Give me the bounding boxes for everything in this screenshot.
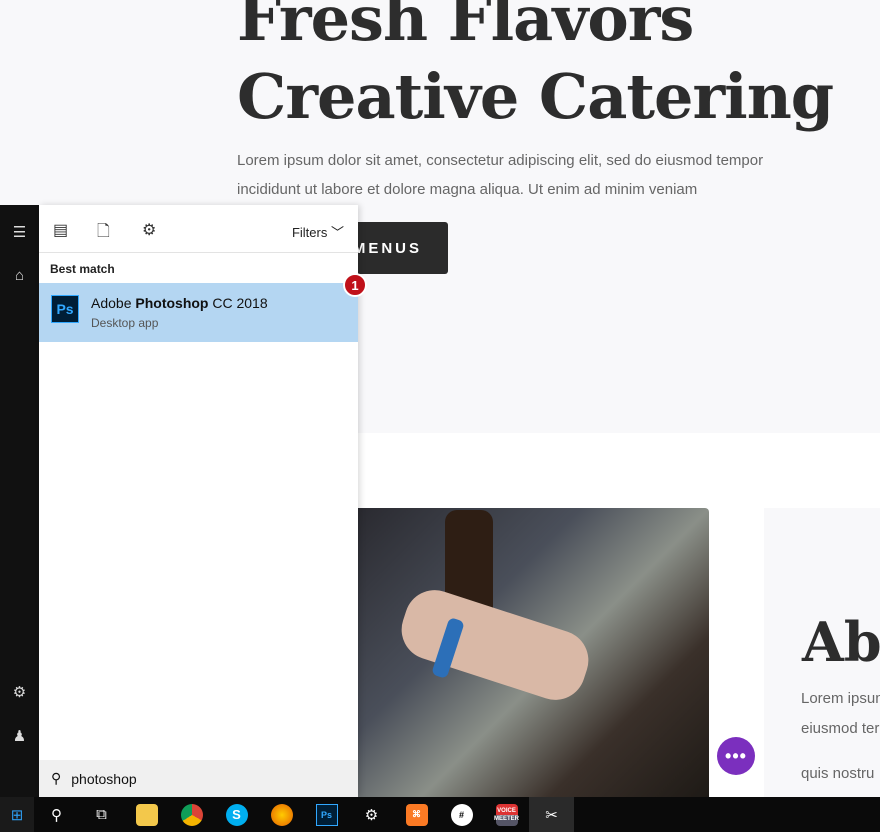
chevron-down-icon: ﹀ — [330, 225, 344, 240]
result-type: Desktop app — [91, 316, 159, 330]
result-name: Adobe Photoshop CC 2018 — [91, 295, 268, 311]
hero-text: Lorem ipsum dolor sit amet, consectetur … — [237, 146, 837, 204]
photoshop-icon: Ps — [51, 295, 79, 323]
about-text-line3: quis nostru — [801, 765, 875, 782]
result-name-prefix: Adobe — [91, 295, 136, 311]
slack-icon[interactable]: # — [439, 797, 484, 832]
search-value: photoshop — [71, 770, 137, 787]
hero-text-line2: incididunt ut labore et dolore magna ali… — [237, 181, 698, 198]
home-icon[interactable]: ⌂ — [0, 267, 39, 284]
about-text-line1: Lorem ipsum — [801, 690, 880, 707]
settings-filter-icon[interactable]: ⚙ — [142, 220, 156, 240]
windows-start-icon[interactable]: ⊞ — [0, 797, 34, 832]
voicemeeter-icon[interactable]: VOICE MEETER — [484, 797, 529, 832]
best-match-heading: Best match — [50, 262, 115, 276]
hero-title-line2: Creative Catering — [237, 60, 834, 133]
about-title: Abo — [802, 610, 880, 674]
task-view-icon[interactable]: ⧉ — [79, 797, 124, 832]
file-explorer-icon[interactable] — [124, 797, 169, 832]
filters-label: Filters — [291, 225, 328, 240]
skype-icon[interactable]: S — [214, 797, 259, 832]
result-name-bold: Photoshop — [135, 295, 209, 311]
result-name-suffix: CC 2018 — [208, 295, 268, 311]
taskbar: ⊞ ⚲ ⧉ S Ps ⚙ ⌘ # VOICE MEETER ✂ — [0, 797, 880, 832]
xampp-icon[interactable]: ⌘ — [394, 797, 439, 832]
apps-filter-icon[interactable]: ▤ — [53, 220, 68, 240]
search-input[interactable]: ⚲ photoshop — [39, 760, 358, 797]
hero-title: Fresh Flavors Creative Catering — [237, 0, 834, 136]
about-text-line2: eiusmod ter — [801, 720, 880, 737]
search-panel: ▤ 🗋 ⚙ Filters ﹀ Best match Ps Adobe Phot… — [39, 205, 358, 797]
more-options-fab[interactable]: ••• — [717, 737, 755, 775]
photoshop-taskbar-icon[interactable]: Ps — [304, 797, 349, 832]
search-toolbar: ▤ 🗋 ⚙ Filters ﹀ — [39, 205, 358, 253]
search-icon: ⚲ — [51, 770, 62, 786]
hamburger-menu-icon[interactable]: ☰ — [0, 223, 39, 241]
step-badge: 1 — [343, 273, 367, 297]
firefox-icon[interactable] — [259, 797, 304, 832]
user-feedback-icon[interactable]: ♟ — [0, 727, 39, 745]
chrome-icon[interactable] — [169, 797, 214, 832]
settings-taskbar-icon[interactable]: ⚙ — [349, 797, 394, 832]
filters-dropdown[interactable]: Filters ﹀ — [292, 222, 344, 241]
settings-icon[interactable]: ⚙ — [0, 683, 39, 701]
documents-filter-icon[interactable]: 🗋 — [97, 220, 110, 247]
snipping-tool-icon[interactable]: ✂ — [529, 797, 574, 832]
hero-text-line1: Lorem ipsum dolor sit amet, consectetur … — [237, 152, 764, 169]
search-result-photoshop[interactable]: Ps Adobe Photoshop CC 2018 Desktop app — [39, 283, 358, 342]
taskbar-search-icon[interactable]: ⚲ — [34, 797, 79, 832]
start-menu-rail: ☰ ⌂ ⚙ ♟ — [0, 205, 39, 797]
hero-title-line1: Fresh Flavors — [237, 0, 694, 55]
